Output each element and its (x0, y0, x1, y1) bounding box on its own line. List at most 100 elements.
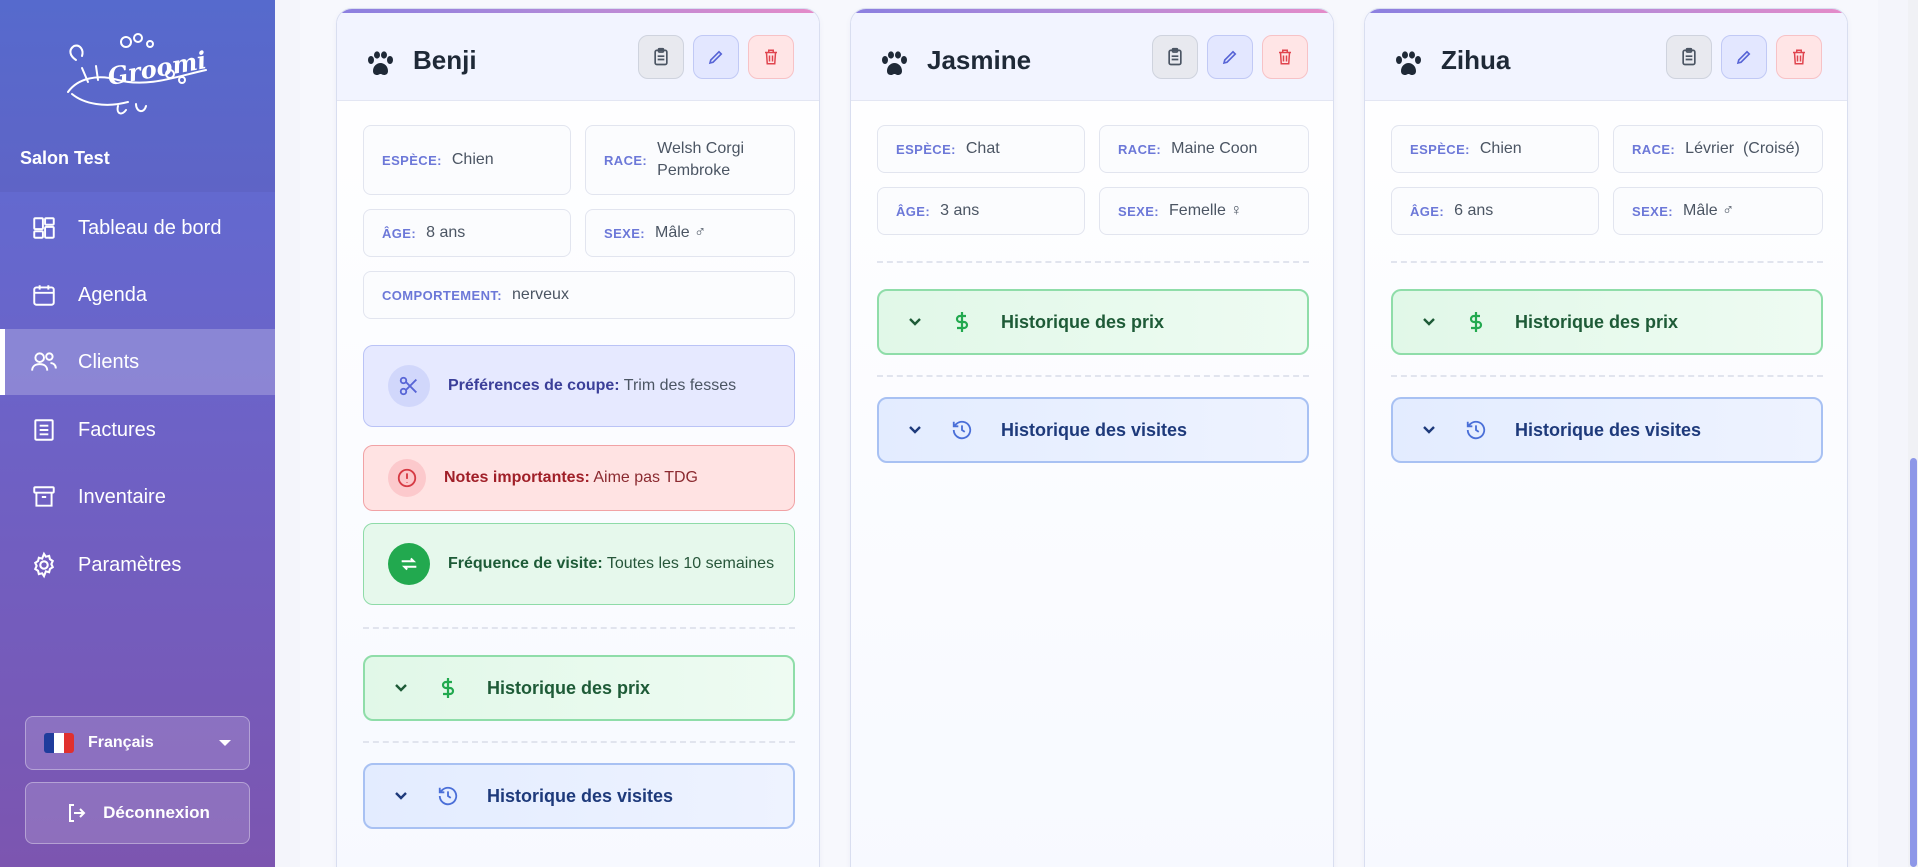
important-notes-label: Notes importantes: (444, 469, 590, 486)
history-icon (437, 785, 459, 807)
language-label: Français (88, 734, 154, 751)
species-value: Chien (1479, 140, 1522, 157)
divider (877, 375, 1309, 377)
scrollbar-thumb[interactable] (1910, 458, 1917, 867)
sidebar-item-agenda[interactable]: Agenda (0, 262, 275, 328)
sidebar-item-clients[interactable]: Clients (0, 329, 275, 395)
sidebar-item-label: Tableau de bord (78, 216, 222, 239)
notes-button[interactable] (1152, 35, 1198, 79)
clipboard-icon (1682, 47, 1696, 66)
logout-button[interactable]: Déconnexion (25, 782, 250, 844)
sex-label: SEXE: (604, 225, 646, 241)
edit-button[interactable] (1721, 35, 1767, 79)
price-history-label: Historique des prix (1001, 311, 1165, 332)
notes-button[interactable] (638, 35, 684, 79)
chevron-down-icon (907, 314, 923, 330)
pet-card-zihua: Zihua ESPÈCE: Chien RACE: Lévrier (Crois… (1364, 8, 1848, 867)
sex-value: Femelle ♀ (1169, 202, 1243, 219)
breed-value: Maine Coon (1171, 140, 1258, 157)
gear-icon (30, 551, 58, 579)
price-history-toggle[interactable]: Historique des prix (1391, 289, 1823, 355)
species-value: Chat (965, 140, 1000, 157)
dollar-icon (1465, 311, 1487, 333)
edit-button[interactable] (693, 35, 739, 79)
trash-icon (1793, 49, 1805, 65)
price-history-toggle[interactable]: Historique des prix (877, 289, 1309, 355)
sidebar-item-factures[interactable]: Factures (0, 397, 275, 463)
dollar-icon (951, 311, 973, 333)
paw-icon (1396, 51, 1421, 75)
visit-history-toggle[interactable]: Historique des visites (1391, 397, 1823, 463)
breed-label: RACE: (1632, 141, 1676, 157)
species-field: ESPÈCE: Chien (363, 125, 571, 195)
divider (363, 627, 795, 629)
scissors-icon (388, 365, 430, 407)
pencil-icon (1222, 50, 1237, 65)
chevron-down-icon (393, 680, 409, 696)
divider (1391, 261, 1823, 263)
logout-label: Déconnexion (103, 803, 210, 822)
chevron-down-icon (1421, 314, 1437, 330)
history-icon (1465, 419, 1487, 441)
delete-button[interactable] (1262, 35, 1308, 79)
sidebar-item-dashboard[interactable]: Tableau de bord (0, 195, 275, 261)
clipboard-icon (1168, 47, 1182, 66)
sidebar-item-label: Inventaire (78, 485, 166, 508)
pencil-icon (708, 50, 723, 65)
breed-value: Lévrier (Croisé) (1685, 140, 1800, 157)
sex-field: SEXE: Mâle ♂ (585, 209, 795, 257)
trash-icon (765, 49, 777, 65)
price-history-toggle[interactable]: Historique des prix (363, 655, 795, 721)
age-field: ÂGE: 8 ans (363, 209, 571, 257)
species-label: ESPÈCE: (1410, 141, 1470, 157)
divider (877, 261, 1309, 263)
age-value: 3 ans (940, 202, 980, 219)
notes-button[interactable] (1666, 35, 1712, 79)
groomi-logo[interactable]: Groomi (58, 30, 218, 120)
visit-frequency: Fréquence de visite: Toutes les 10 semai… (363, 523, 795, 605)
breed-field: RACE: Maine Coon (1099, 125, 1309, 173)
age-field: ÂGE: 6 ans (1391, 187, 1599, 235)
calendar-icon (30, 281, 58, 309)
dashboard-icon (30, 214, 58, 242)
visit-history-toggle[interactable]: Historique des visites (363, 763, 795, 829)
price-history-label: Historique des prix (487, 677, 651, 698)
sidebar-item-label: Factures (78, 418, 156, 441)
france-flag-icon (44, 733, 74, 753)
sex-field: SEXE: Mâle ♂ (1613, 187, 1823, 235)
dollar-icon (437, 677, 459, 699)
pet-name: Zihua (1441, 45, 1511, 75)
pet-name: Benji (413, 45, 477, 75)
sidebar-item-inventaire[interactable]: Inventaire (0, 464, 275, 530)
important-notes-value: Aime pas TDG (593, 469, 698, 486)
pet-name: Jasmine (927, 45, 1032, 75)
species-field: ESPÈCE: Chien (1391, 125, 1599, 173)
chevron-down-icon (907, 422, 923, 438)
delete-button[interactable] (748, 35, 794, 79)
divider (363, 741, 795, 743)
species-label: ESPÈCE: (382, 152, 442, 168)
sidebar-item-parametres[interactable]: Paramètres (0, 532, 275, 598)
age-field: ÂGE: 3 ans (877, 187, 1085, 235)
logout-icon (69, 804, 86, 822)
visit-history-label: Historique des visites (487, 785, 674, 806)
repeat-icon (388, 543, 430, 585)
age-label: ÂGE: (1410, 203, 1445, 219)
archive-icon (30, 483, 58, 511)
behavior-field: COMPORTEMENT: nerveux (363, 271, 795, 319)
chevron-down-icon (393, 788, 409, 804)
trash-icon (1279, 49, 1291, 65)
age-label: ÂGE: (896, 203, 931, 219)
species-value: Chien (451, 151, 494, 168)
age-value: 6 ans (1454, 202, 1494, 219)
visit-history-toggle[interactable]: Historique des visites (877, 397, 1309, 463)
breed-label: RACE: (1118, 141, 1162, 157)
breed-value: Welsh Corgi Pembroke (657, 140, 745, 179)
pet-card-jasmine: Jasmine ESPÈCE: Chat RACE: Maine Coon ÂG… (850, 8, 1334, 867)
sex-label: SEXE: (1632, 203, 1674, 219)
delete-button[interactable] (1776, 35, 1822, 79)
edit-button[interactable] (1207, 35, 1253, 79)
brand-area: Groomi Salon Test (0, 0, 275, 192)
alert-circle-icon (388, 459, 426, 497)
language-select[interactable]: Français (25, 716, 250, 770)
